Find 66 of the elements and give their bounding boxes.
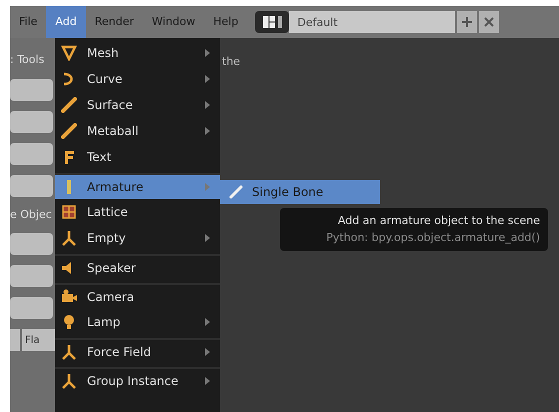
submenu-arrow-icon bbox=[205, 348, 210, 356]
panel-title: : Tools bbox=[10, 52, 46, 68]
menu-entry[interactable]: Lattice bbox=[55, 199, 220, 225]
tooltip-description: Add an armature object to the scene bbox=[338, 213, 540, 229]
menu-label: Mesh bbox=[87, 45, 120, 62]
menu-entry[interactable]: Speaker bbox=[55, 254, 220, 280]
tool-button[interactable] bbox=[10, 110, 53, 132]
menu-entry[interactable]: Surface bbox=[55, 92, 220, 118]
menu-entry[interactable]: Single Bone bbox=[220, 180, 380, 204]
submenu-arrow-icon bbox=[205, 318, 210, 326]
menu-item[interactable]: Help bbox=[204, 6, 248, 38]
submenu-arrow-icon bbox=[205, 377, 210, 385]
menu-entry[interactable]: Group Instance bbox=[55, 367, 220, 393]
menu-label: Lamp bbox=[87, 314, 122, 331]
menu-label: Metaball bbox=[87, 123, 140, 140]
layout-selector[interactable] bbox=[255, 11, 290, 33]
menu-item[interactable]: Add bbox=[46, 6, 86, 38]
add-layout-button[interactable] bbox=[457, 11, 478, 33]
menu-label: Text bbox=[87, 149, 112, 166]
menu-entry[interactable]: Curve bbox=[55, 66, 220, 92]
submenu-arrow-icon bbox=[205, 234, 210, 242]
menu-item[interactable]: Render bbox=[86, 6, 143, 38]
menu-entry[interactable]: Lamp bbox=[55, 309, 220, 335]
layout-icon bbox=[262, 16, 275, 28]
menu-label: Armature bbox=[87, 179, 144, 196]
menu-entry[interactable]: Force Field bbox=[55, 338, 220, 364]
camera-icon bbox=[61, 289, 77, 305]
menu-entry[interactable]: Empty bbox=[55, 225, 220, 251]
submenu-arrow-icon bbox=[205, 101, 210, 109]
submenu-arrow-icon bbox=[205, 75, 210, 83]
menu-entry[interactable]: Armature bbox=[55, 173, 220, 199]
menu-label: Speaker bbox=[87, 260, 137, 277]
tool-button[interactable] bbox=[10, 78, 53, 100]
close-icon bbox=[484, 17, 494, 27]
viewport-text: the bbox=[222, 54, 240, 70]
layout-field[interactable]: Default bbox=[289, 11, 456, 33]
delete-layout-button[interactable] bbox=[479, 11, 500, 33]
plus-icon bbox=[462, 17, 472, 27]
menu-label: Force Field bbox=[87, 344, 152, 361]
tool-button[interactable] bbox=[10, 142, 53, 164]
submenu-arrow-icon bbox=[205, 183, 210, 191]
lamp-icon bbox=[61, 314, 77, 330]
menu-label: Camera bbox=[87, 289, 136, 306]
menu-label: Group Instance bbox=[87, 373, 180, 390]
grid-icon bbox=[61, 204, 77, 220]
axes-icon bbox=[61, 344, 77, 360]
menu-label: Lattice bbox=[87, 204, 129, 221]
menu-item[interactable]: File bbox=[10, 6, 46, 38]
menu-entry[interactable]: Metaball bbox=[55, 118, 220, 144]
triangle-icon bbox=[61, 45, 77, 61]
submenu-arrow-icon bbox=[205, 49, 210, 57]
menu-label: Surface bbox=[87, 97, 134, 114]
menu-item[interactable]: Window bbox=[142, 6, 204, 38]
axes-icon bbox=[61, 230, 77, 246]
menu-entry[interactable]: Text bbox=[55, 144, 220, 170]
panel-label: e Objec bbox=[10, 206, 53, 222]
menu-label: Curve bbox=[87, 71, 124, 88]
menu-entry[interactable]: Camera bbox=[55, 283, 220, 309]
tool-button[interactable] bbox=[10, 174, 53, 196]
menu-entry[interactable]: Mesh bbox=[55, 40, 220, 66]
menu-label: Single Bone bbox=[252, 184, 324, 201]
axes-icon bbox=[61, 373, 77, 389]
menu-label: Empty bbox=[87, 230, 127, 247]
submenu-arrow-icon bbox=[205, 127, 210, 135]
tab-button[interactable]: Fla bbox=[22, 329, 55, 351]
tooltip-python: Python: bpy.ops.object.armature_add() bbox=[326, 230, 540, 246]
